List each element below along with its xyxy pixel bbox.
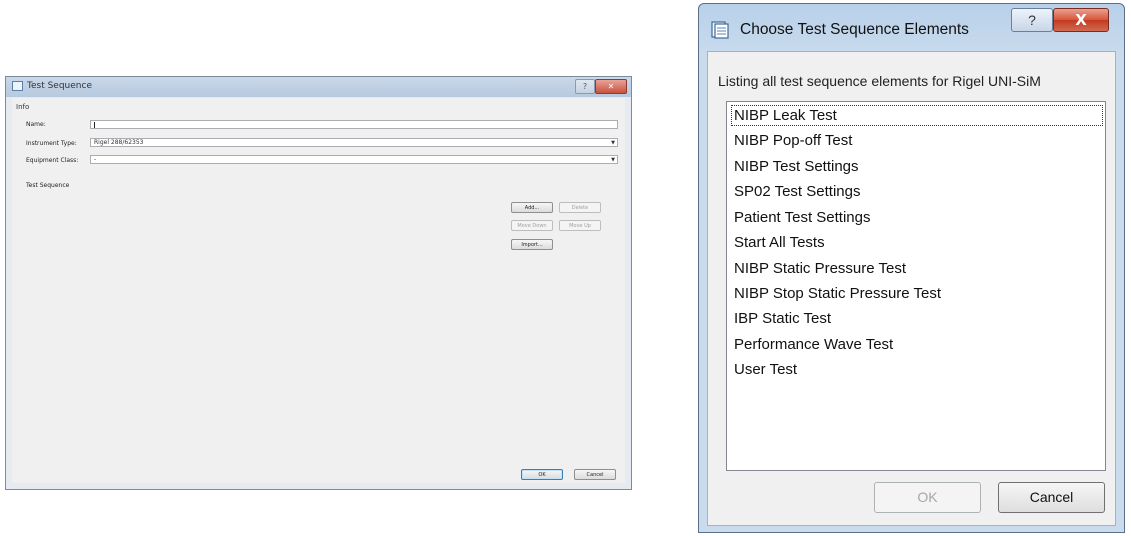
window-title: Test Sequence xyxy=(27,81,92,91)
dropdown-arrow-icon: ▼ xyxy=(611,140,615,146)
dropdown-arrow-icon: ▼ xyxy=(611,157,615,163)
name-label: Name: xyxy=(26,121,46,128)
ok-button[interactable]: OK xyxy=(521,469,563,480)
import-button[interactable]: Import... xyxy=(511,239,553,250)
equipment-class-select[interactable]: - ▼ xyxy=(90,155,618,164)
list-item[interactable]: Patient Test Settings xyxy=(734,209,870,226)
name-field[interactable] xyxy=(90,120,618,129)
list-item[interactable]: NIBP Test Settings xyxy=(734,158,859,175)
instrument-type-label: Instrument Type: xyxy=(26,140,77,147)
list-item[interactable]: Start All Tests xyxy=(734,234,825,251)
list-item[interactable]: NIBP Static Pressure Test xyxy=(734,260,906,277)
delete-button[interactable]: Delete xyxy=(559,202,601,213)
dialog-icon xyxy=(711,21,729,39)
move-down-button[interactable]: Move Down xyxy=(511,220,553,231)
close-button[interactable]: X xyxy=(1053,8,1109,32)
move-up-button[interactable]: Move Up xyxy=(559,220,601,231)
window-icon xyxy=(12,81,23,91)
close-button[interactable]: ✕ xyxy=(595,79,627,94)
list-item[interactable]: Performance Wave Test xyxy=(734,336,893,353)
help-button[interactable]: ? xyxy=(1011,8,1053,32)
instrument-type-value: Rigel 288/62353 xyxy=(94,139,144,146)
text-caret xyxy=(94,121,95,128)
ok-button[interactable]: OK xyxy=(874,482,981,513)
cancel-button[interactable]: Cancel xyxy=(574,469,616,480)
add-button[interactable]: Add... xyxy=(511,202,553,213)
title-bar[interactable]: Test Sequence ? ✕ xyxy=(6,77,631,97)
cancel-button[interactable]: Cancel xyxy=(998,482,1105,513)
choose-elements-dialog: Choose Test Sequence Elements ? X Listin… xyxy=(698,3,1125,533)
instrument-type-select[interactable]: Rigel 288/62353 ▼ xyxy=(90,138,618,147)
list-item[interactable]: SP02 Test Settings xyxy=(734,183,860,200)
equipment-class-label: Equipment Class: xyxy=(26,157,79,164)
dialog-client: Listing all test sequence elements for R… xyxy=(707,51,1116,526)
list-item[interactable]: NIBP Pop-off Test xyxy=(734,132,852,149)
info-group-label: Info xyxy=(16,103,30,111)
description-label: Listing all test sequence elements for R… xyxy=(718,73,1041,89)
list-item[interactable]: NIBP Leak Test xyxy=(731,105,1103,126)
list-item[interactable]: NIBP Stop Static Pressure Test xyxy=(734,285,941,302)
list-item[interactable]: User Test xyxy=(734,361,797,378)
elements-listbox[interactable]: NIBP Leak Test NIBP Pop-off Test NIBP Te… xyxy=(726,101,1106,471)
list-item[interactable]: IBP Static Test xyxy=(734,310,831,327)
dialog-title: Choose Test Sequence Elements xyxy=(740,21,969,38)
test-sequence-label: Test Sequence xyxy=(26,182,70,189)
equipment-class-value: - xyxy=(94,156,97,163)
test-sequence-window: Test Sequence ? ✕ Info Name: Instrument … xyxy=(5,76,632,490)
help-button[interactable]: ? xyxy=(575,79,595,94)
